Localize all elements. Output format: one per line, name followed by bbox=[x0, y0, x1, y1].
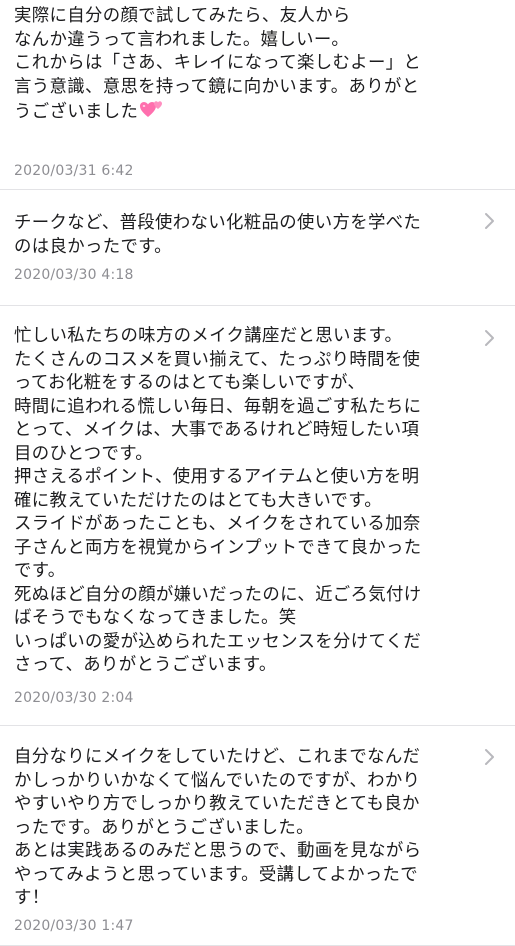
review-text-line: ばそうでもなくなってきました。笑 bbox=[14, 608, 297, 628]
review-text-line: 確に教えていただけたのはとても大きいです。 bbox=[14, 490, 383, 511]
review-text-line: たくさんのコスメを買い揃えて、たっぷり時間を使 bbox=[14, 349, 421, 370]
review-text-line: 子さんと両方を視覚からインプットできて良かった bbox=[14, 537, 422, 558]
review-date: 2020/03/30 4:18 bbox=[14, 267, 134, 283]
two-hearts-icon bbox=[139, 99, 165, 127]
review-text-line: スライドがあったことも、メイクをされている加奈 bbox=[14, 514, 421, 534]
chevron-right-icon[interactable] bbox=[483, 212, 497, 230]
review-item[interactable]: チークなど、普段使わない化粧品の使い方を学べた のは良かったです。 2020/0… bbox=[0, 190, 515, 306]
chevron-right-icon[interactable] bbox=[483, 329, 497, 347]
review-date: 2020/03/30 2:04 bbox=[14, 690, 134, 706]
review-date: 2020/03/30 1:47 bbox=[14, 918, 134, 934]
review-text: チークなど、普段使わない化粧品の使い方を学べた のは良かったです。 bbox=[0, 190, 515, 259]
review-item[interactable]: 自分なりにメイクをしていたけど、これまでなんだ かしっかりいかなくて悩んでいたの… bbox=[0, 726, 515, 946]
review-text: 実際に自分の顔で試してみたら、友人から なんか違うって言われました。嬉しいー。 … bbox=[0, 0, 515, 127]
review-text-line: 時間に追われる慌しい毎日、毎朝を過ごす私たちに bbox=[14, 396, 422, 417]
review-text-line: さって、ありがとうございます。 bbox=[14, 655, 277, 675]
review-item[interactable]: 忙しい私たちの味方のメイク講座だと思います。 たくさんのコスメを買い揃えて、たっ… bbox=[0, 306, 515, 726]
review-date: 2020/03/31 6:42 bbox=[14, 163, 134, 179]
review-text-line: ったです。ありがとうございました。 bbox=[14, 817, 314, 838]
review-text-line: これからは「さあ、キレイになって楽しむよー」と bbox=[14, 53, 422, 73]
review-text-line: 実際に自分の顔で試してみたら、友人から bbox=[14, 6, 351, 26]
review-text-line: 押さえるポイント、使用するアイテムと使い方を明 bbox=[14, 467, 420, 487]
review-text-line: のは良かったです。 bbox=[14, 236, 172, 257]
review-text-line: ってお化粧をするのはとても楽しいですが、 bbox=[14, 373, 366, 393]
review-text-line: チークなど、普段使わない化粧品の使い方を学べた bbox=[14, 213, 422, 233]
review-text-line: かしっかりいかなくて悩んでいたのですが、わかり bbox=[14, 770, 421, 791]
review-text-line: なんか違うって言われました。嬉しいー。 bbox=[14, 29, 350, 50]
review-text-line: とって、メイクは、大事であるけれど時短したい項 bbox=[14, 420, 420, 440]
review-text-line: 自分なりにメイクをしていたけど、これまでなんだ bbox=[14, 747, 421, 767]
review-text-line: です。 bbox=[14, 561, 66, 581]
review-text-line: やってみようと思っています。受講してよかったで bbox=[14, 864, 419, 885]
review-text: 自分なりにメイクをしていたけど、これまでなんだ かしっかりいかなくて悩んでいたの… bbox=[0, 726, 515, 911]
review-text: 忙しい私たちの味方のメイク講座だと思います。 たくさんのコスメを買い揃えて、たっ… bbox=[0, 306, 515, 678]
review-text-line: 忙しい私たちの味方のメイク講座だと思います。 bbox=[14, 326, 403, 346]
review-text-line: す！ bbox=[14, 888, 50, 908]
review-text-line: あとは実践あるのみだと思うので、動画を見ながら bbox=[14, 841, 422, 861]
review-item: 実際に自分の顔で試してみたら、友人から なんか違うって言われました。嬉しいー。 … bbox=[0, 0, 515, 190]
review-text-line: うございました bbox=[14, 99, 475, 127]
chevron-right-icon[interactable] bbox=[483, 748, 497, 766]
review-text-line: 言う意識、意思を持って鏡に向かいます。ありがと bbox=[14, 76, 420, 97]
review-list: 実際に自分の顔で試してみたら、友人から なんか違うって言われました。嬉しいー。 … bbox=[0, 0, 515, 946]
review-text-line: やすいやり方でしっかり教えていただきとても良か bbox=[14, 794, 420, 814]
review-text-line: 死ぬほど自分の顔が嫌いだったのに、近ごろ気付け bbox=[14, 584, 422, 605]
review-text-line: いっぱいの愛が込められたエッセンスを分けてくだ bbox=[14, 631, 422, 652]
review-text-line: 目のひとつです。 bbox=[14, 443, 153, 464]
